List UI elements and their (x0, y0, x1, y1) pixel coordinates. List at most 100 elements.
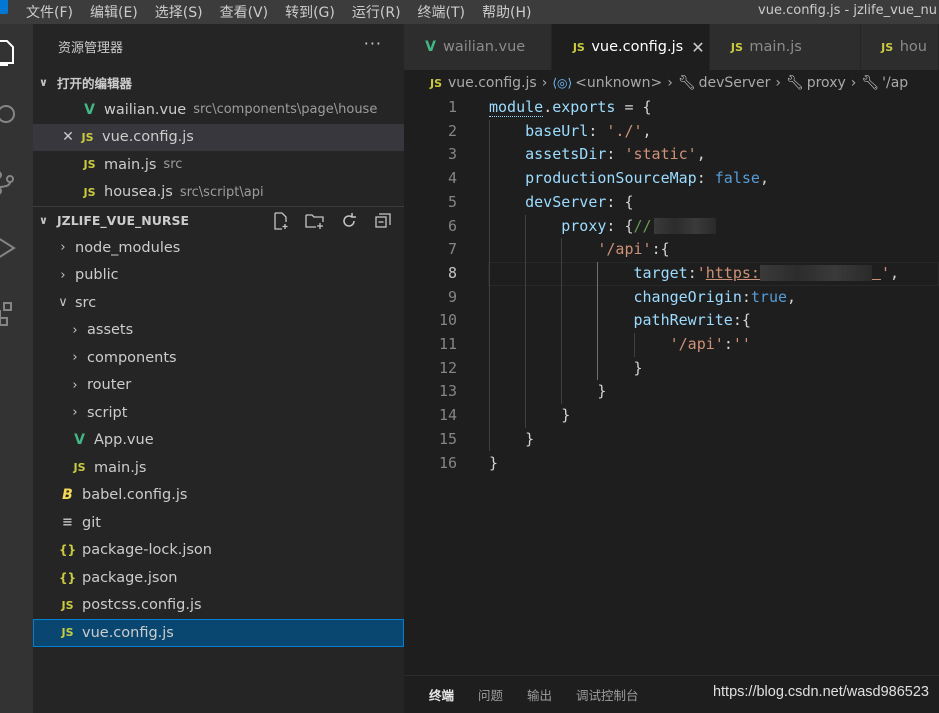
code-line[interactable]: 15 } (404, 428, 939, 452)
code-line[interactable]: 13 } (404, 380, 939, 404)
extensions-icon[interactable] (0, 299, 20, 327)
menu-go[interactable]: 转到(G) (285, 2, 346, 22)
open-editors-section[interactable]: ∨ 打开的编辑器 (33, 68, 404, 96)
close-icon[interactable]: ✕ (691, 38, 704, 57)
panel-tab-problems[interactable]: 问题 (478, 685, 503, 704)
project-section[interactable]: ∨ JZLIFE_VUE_NURSE (33, 206, 404, 234)
menu-file[interactable]: 文件(F) (26, 2, 84, 22)
code-line[interactable]: 7 '/api':{ (404, 238, 939, 262)
file-tree: › node_modules › public ∨ src › assets › componen… (33, 234, 404, 647)
code-line[interactable]: 2 baseUrl: './', (404, 120, 939, 144)
explorer-icon[interactable] (0, 38, 20, 66)
tree-item[interactable]: ∨ src (33, 289, 404, 317)
source-control-icon[interactable] (0, 169, 20, 197)
tree-item[interactable]: › router (33, 372, 404, 400)
open-editor-name: wailian.vue (104, 101, 187, 118)
search-icon[interactable] (0, 102, 20, 130)
open-editor-path: src\components\page\house (193, 102, 378, 118)
tree-item[interactable]: ≡ git (33, 509, 404, 537)
new-folder-icon[interactable] (304, 212, 326, 230)
js-file-icon: JS (730, 40, 743, 54)
tab-label: vue.config.js (591, 39, 684, 55)
new-file-icon[interactable] (270, 212, 292, 230)
breadcrumb-api[interactable]: '/ap (882, 75, 908, 91)
code-text: '/api':'' (669, 335, 751, 353)
tree-item[interactable]: › public (33, 262, 404, 290)
explorer-header: 资源管理器 ··· (33, 24, 404, 68)
panel-tab-debug-console[interactable]: 调试控制台 (576, 685, 639, 704)
breadcrumb-devserver[interactable]: devServer (699, 75, 771, 91)
tree-item-label: public (75, 267, 119, 284)
tab-wailian-vue[interactable]: V wailian.vue (404, 24, 553, 70)
tab-housea-js[interactable]: JS hou (860, 24, 939, 70)
code-line[interactable]: 11 '/api':'' (404, 333, 939, 357)
tree-item-label: package-lock.json (82, 542, 212, 559)
code-line[interactable]: 12 } (404, 357, 939, 381)
vue-file-icon: V (84, 101, 95, 118)
open-editor-main[interactable]: JS main.js src (33, 151, 404, 179)
tree-item-label: assets (87, 322, 134, 339)
line-number: 13 (438, 382, 457, 401)
refresh-icon[interactable] (338, 212, 360, 230)
code-line[interactable]: 9 changeOrigin:true, (404, 286, 939, 310)
tree-item[interactable]: JS main.js (33, 454, 404, 482)
breadcrumb-proxy[interactable]: proxy (807, 75, 846, 91)
tree-item[interactable]: V App.vue (33, 427, 404, 455)
js-file-icon: JS (81, 130, 94, 144)
code-line[interactable]: 14 } (404, 404, 939, 428)
activity-bar (0, 24, 33, 713)
code-text: '/api':{ (597, 240, 670, 259)
js-file-icon: JS (429, 76, 442, 90)
open-editor-housea[interactable]: JS housea.js src\script\api (33, 179, 404, 207)
chevron-right-icon: › (72, 377, 78, 393)
tree-item[interactable]: › assets (33, 317, 404, 345)
tab-label: wailian.vue (443, 39, 526, 55)
panel-tab-terminal[interactable]: 终端 (429, 685, 454, 704)
tree-item[interactable]: › node_modules (33, 234, 404, 262)
tree-item[interactable]: JS vue.config.js (33, 619, 404, 647)
js-file-icon: JS (73, 461, 86, 475)
explorer-sidebar: 资源管理器 ··· ∨ 打开的编辑器 V wailian.vue src\com… (33, 24, 404, 713)
close-icon[interactable]: ✕ (59, 129, 77, 145)
line-number: 6 (447, 216, 457, 235)
tree-item[interactable]: › script (33, 399, 404, 427)
code-line[interactable]: 8 target:'https: ', (404, 261, 939, 286)
tree-item[interactable]: {} package-lock.json (33, 537, 404, 565)
collapse-all-icon[interactable] (372, 212, 394, 230)
indent-guide (489, 119, 490, 452)
breadcrumb-file[interactable]: vue.config.js (448, 75, 537, 91)
tab-main-js[interactable]: JS main.js (710, 24, 861, 70)
code-line[interactable]: 6 proxy: {// (404, 215, 939, 239)
menu-help[interactable]: 帮助(H) (482, 2, 542, 22)
tree-item[interactable]: JS postcss.config.js (33, 592, 404, 620)
menu-edit[interactable]: 编辑(E) (90, 2, 149, 22)
tree-item-label: script (87, 404, 128, 421)
open-editor-vue-config[interactable]: ✕ JS vue.config.js (33, 123, 404, 151)
code-text: devServer: { (525, 192, 634, 211)
panel-tab-output[interactable]: 输出 (527, 685, 552, 704)
code-editor[interactable]: 1 module.exports = {2 baseUrl: './', 3 ass… (404, 96, 939, 536)
code-line[interactable]: 1 module.exports = { (404, 96, 939, 120)
menu-selection[interactable]: 选择(S) (155, 2, 214, 22)
tree-item[interactable]: {} package.json (33, 564, 404, 592)
code-line[interactable]: 4 productionSourceMap: false, (404, 167, 939, 191)
line-number: 7 (447, 240, 457, 259)
code-text: } (525, 429, 535, 448)
more-actions-icon[interactable]: ··· (364, 34, 382, 53)
menu-run[interactable]: 运行(R) (352, 2, 412, 22)
code-line[interactable]: 3 assetsDir: 'static', (404, 143, 939, 167)
tree-item[interactable]: Bbabel.config.js (33, 482, 404, 510)
tree-item[interactable]: › components (33, 344, 404, 372)
tab-vue-config-js[interactable]: JS vue.config.js ✕ (552, 24, 711, 70)
menu-terminal[interactable]: 终端(T) (418, 2, 476, 22)
chevron-right-icon: › (72, 322, 78, 338)
code-line[interactable]: 10 pathRewrite:{ (404, 309, 939, 333)
code-line[interactable]: 5 devServer: { (404, 191, 939, 215)
open-editor-wailian[interactable]: V wailian.vue src\components\page\house (33, 96, 404, 124)
tab-label: hou (899, 39, 927, 55)
menu-view[interactable]: 查看(V) (220, 2, 280, 22)
module-icon: ⟨◎⟩ (552, 76, 573, 90)
code-line[interactable]: 16} (404, 452, 939, 476)
run-debug-icon[interactable] (0, 234, 20, 262)
breadcrumb-unknown[interactable]: <unknown> (575, 75, 662, 91)
